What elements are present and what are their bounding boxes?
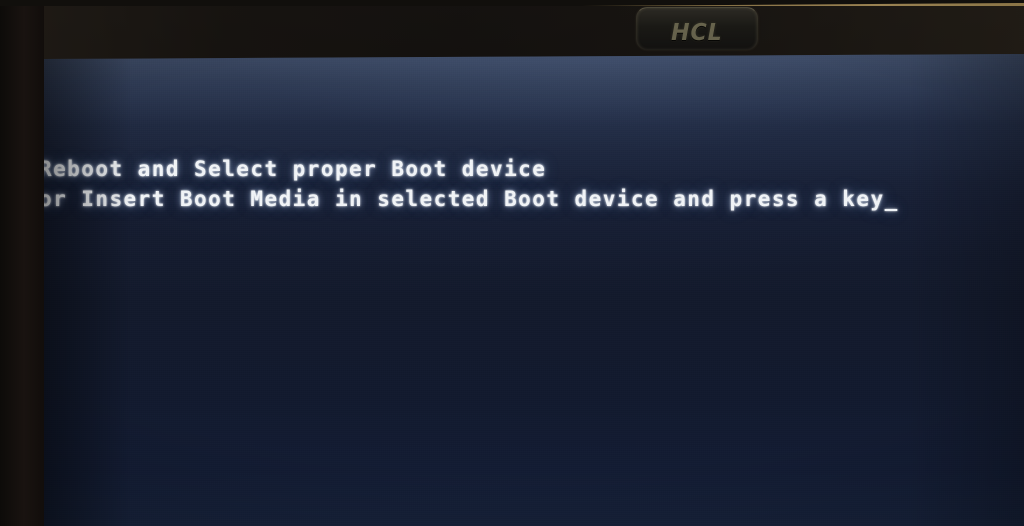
screenshot-root: HCL Reboot and Select proper Boot device… — [0, 0, 1024, 526]
hcl-logo-label: HCL — [671, 20, 723, 46]
text-cursor: _ — [884, 187, 899, 211]
bios-message: Reboot and Select proper Boot device or I… — [44, 94, 1024, 274]
bios-message-line-1: Reboot and Select proper Boot device — [44, 157, 547, 181]
monitor-bezel-left — [0, 6, 44, 526]
hcl-logo: HCL — [636, 7, 758, 50]
monitor-screen: Reboot and Select proper Boot device or I… — [44, 54, 1024, 526]
bios-message-line-2: or Insert Boot Media in selected Boot de… — [44, 187, 885, 211]
bios-message-line-2-wrapper: or Insert Boot Media in selected Boot de… — [44, 184, 1024, 214]
